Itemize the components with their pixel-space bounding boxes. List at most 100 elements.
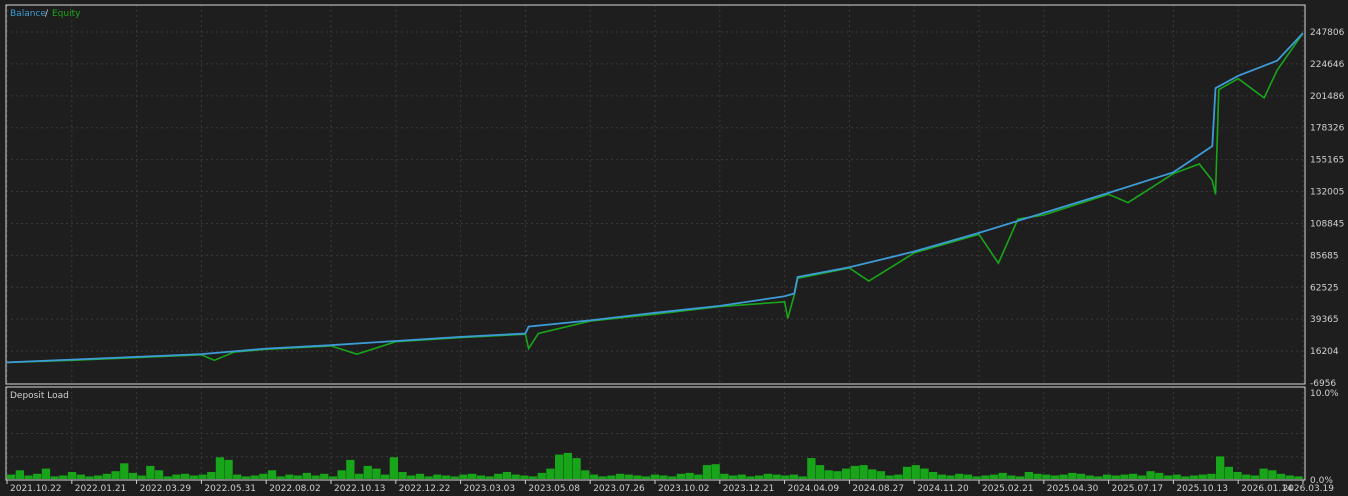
deposit-load-bar xyxy=(1172,474,1181,479)
x-tick-label: 2025.04.30 xyxy=(1047,484,1099,494)
deposit-load-bar xyxy=(163,476,172,479)
deposit-load-bar xyxy=(911,465,920,479)
deposit-load-bar xyxy=(1102,474,1112,479)
deposit-load-bar xyxy=(398,472,407,479)
deposit-load-bar xyxy=(224,459,233,479)
deposit-load-bar xyxy=(859,465,868,479)
deposit-load-bar xyxy=(85,476,94,479)
deposit-load-bar xyxy=(1181,476,1190,479)
deposit-load-bar xyxy=(198,474,207,479)
deposit-load-bar xyxy=(668,476,677,479)
deposit-load-bar xyxy=(424,476,433,479)
deposit-load-bar xyxy=(215,457,225,480)
legend-equity: Equity xyxy=(52,9,81,19)
deposit-load-bar xyxy=(963,474,973,479)
y-tick-label: 155165 xyxy=(1310,156,1344,166)
x-tick-label: 2022.10.13 xyxy=(334,484,386,494)
deposit-load-bar xyxy=(433,474,442,479)
deposit-load-bar xyxy=(981,475,990,479)
chart-background xyxy=(0,0,1348,496)
deposit-load-bar xyxy=(1042,474,1051,479)
x-tick-label: 2021.10.22 xyxy=(10,484,62,494)
deposit-load-bar xyxy=(1137,475,1146,479)
x-tick-label: 2023.07.26 xyxy=(593,484,645,494)
y-tick-label: 16204 xyxy=(1310,347,1339,357)
x-tick-label: 2022.12.22 xyxy=(399,484,451,494)
y-tick-label: 178326 xyxy=(1310,124,1345,134)
y-tick-label: 39365 xyxy=(1310,315,1339,325)
deposit-load-bar xyxy=(485,476,494,479)
deposit-load-bar xyxy=(1033,473,1042,479)
deposit-load-bar xyxy=(746,476,755,479)
deposit-load-bar xyxy=(598,476,607,479)
deposit-load-bar xyxy=(528,476,538,479)
deposit-load-bar xyxy=(702,465,712,479)
deposit-load-bar xyxy=(946,475,955,479)
deposit-load-bar xyxy=(798,476,807,479)
deposit-load-bar xyxy=(137,475,146,479)
deposit-load-bar xyxy=(311,475,320,479)
deposit-load-bar xyxy=(1207,473,1216,479)
deposit-load-bar xyxy=(1016,476,1025,479)
deposit-load-bar xyxy=(441,475,451,479)
deposit-load-bar xyxy=(511,474,520,479)
x-tick-label: 2022.05.31 xyxy=(204,484,256,494)
deposit-load-bar xyxy=(389,457,398,480)
deposit-load-bar xyxy=(76,474,85,479)
deposit-load-bar xyxy=(998,472,1007,479)
deposit-load-bar xyxy=(1233,472,1242,479)
x-tick-label: 2022.01.21 xyxy=(75,484,127,494)
deposit-load-bar xyxy=(459,474,468,479)
x-tick-label: 2023.03.03 xyxy=(464,484,516,494)
deposit-load-bar xyxy=(833,471,842,479)
y-tick-label: 62525 xyxy=(1310,283,1339,293)
legend-balance: Balance xyxy=(10,9,46,19)
deposit-load-bar xyxy=(381,474,390,479)
deposit-load-bar xyxy=(50,476,59,479)
x-tick-label: 2023.05.08 xyxy=(528,484,580,494)
deposit-load-bar xyxy=(337,470,346,479)
deposit-load-bar xyxy=(520,475,529,479)
deposit-load-bar xyxy=(728,475,738,479)
deposit-load-bar xyxy=(146,465,155,479)
deposit-load-bar xyxy=(1285,475,1294,479)
deposit-load-bar xyxy=(607,475,616,479)
deposit-load-bar xyxy=(1068,472,1077,479)
deposit-load-bar xyxy=(259,473,268,479)
deposit-load-bar xyxy=(589,474,599,479)
deposit-load-bar xyxy=(59,475,68,479)
x-tick-label: 2025.07.17 xyxy=(1112,484,1164,494)
equity-chart: Balance / Equity Deposit Load 10.0% 0.0%… xyxy=(0,0,1348,496)
deposit-load-bar xyxy=(415,473,425,479)
y-tick-label: 108845 xyxy=(1310,219,1344,229)
deposit-load-bar xyxy=(102,473,111,479)
deposit-load-bar xyxy=(111,471,120,479)
x-tick-label: 2025.02.21 xyxy=(982,484,1034,494)
deposit-load-top-label: 10.0% xyxy=(1310,389,1339,399)
deposit-load-bar xyxy=(7,474,16,479)
deposit-load-bar xyxy=(676,473,685,479)
deposit-load-bar xyxy=(302,472,311,479)
deposit-load-bar xyxy=(346,459,355,479)
deposit-load-bar xyxy=(737,474,746,479)
deposit-load-bar xyxy=(694,474,703,479)
deposit-load-bar xyxy=(815,465,825,479)
deposit-load-bar xyxy=(1094,476,1103,479)
deposit-load-bar xyxy=(1198,474,1207,479)
x-tick-label: 2023.10.02 xyxy=(658,484,710,494)
deposit-load-bar xyxy=(154,470,164,479)
deposit-load-bar xyxy=(563,452,572,479)
deposit-load-bar xyxy=(807,458,816,479)
deposit-load-bar xyxy=(15,470,24,479)
deposit-load-bar xyxy=(363,465,372,479)
y-tick-label: -6956 xyxy=(1310,379,1336,389)
deposit-load-bar xyxy=(450,476,459,479)
deposit-load-bar xyxy=(1242,474,1251,479)
deposit-load-bar xyxy=(1189,475,1199,479)
deposit-load-bar xyxy=(33,473,42,479)
deposit-load-bar xyxy=(407,475,416,479)
deposit-load-bar xyxy=(120,463,129,479)
deposit-load-bar xyxy=(41,468,51,479)
deposit-load-bar xyxy=(546,468,555,479)
deposit-load-bar xyxy=(781,475,790,479)
